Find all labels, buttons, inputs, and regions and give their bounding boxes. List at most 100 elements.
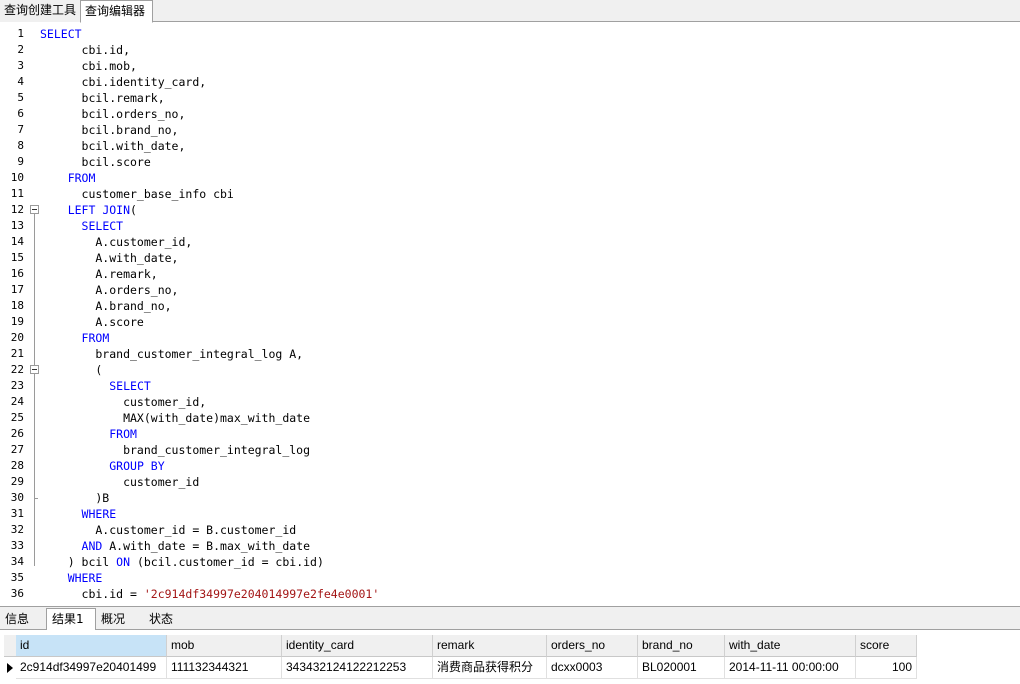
table-cell[interactable]: BL020001 [638, 657, 725, 679]
code-line[interactable]: customer_id [40, 474, 199, 490]
column-header[interactable]: identity_card [282, 635, 433, 657]
sql-keyword: SELECT [40, 27, 82, 41]
code-line[interactable]: A.score [40, 314, 143, 330]
sql-text: customer_id, [40, 395, 207, 409]
table-cell[interactable]: 111132344321 [167, 657, 282, 679]
line-number: 34 [10, 555, 24, 568]
tab-result-1[interactable]: 结果1 [46, 608, 96, 631]
code-line[interactable]: SELECT [40, 378, 151, 394]
sql-string: '2c914df34997e204014997e2fe4e0001' [143, 587, 380, 601]
sql-keyword: WHERE [81, 507, 117, 521]
tab-status[interactable]: 状态 [144, 609, 190, 630]
code-line[interactable]: A.customer_id = B.customer_id [40, 522, 296, 538]
column-header[interactable]: score [856, 635, 917, 657]
tab-query-editor[interactable]: 查询编辑器 [80, 0, 153, 23]
code-line[interactable]: FROM [40, 170, 96, 186]
table-cell[interactable]: 2c914df34997e20401499 [16, 657, 167, 679]
line-number: 25 [10, 411, 24, 424]
code-line[interactable]: bcil.remark, [40, 90, 165, 106]
column-header[interactable]: id [16, 635, 167, 657]
code-line[interactable]: customer_id, [40, 394, 206, 410]
sql-text: bcil.orders_no, [40, 107, 186, 121]
code-line[interactable]: LEFT JOIN( [40, 202, 137, 218]
code-line[interactable]: A.orders_no, [40, 282, 178, 298]
code-line[interactable]: SELECT [40, 26, 82, 42]
code-line[interactable]: brand_customer_integral_log A, [40, 346, 303, 362]
code-line[interactable]: AND A.with_date = B.max_with_date [40, 538, 311, 554]
code-line[interactable]: A.customer_id, [40, 234, 192, 250]
sql-text: (bcil.customer_id = cbi.id) [130, 555, 324, 569]
tab-profile[interactable]: 概况 [96, 609, 144, 630]
sql-text: MAX(with_date)max_with_date [40, 411, 311, 425]
tab-query-builder[interactable]: 查询创建工具 [0, 0, 80, 22]
code-line[interactable]: brand_customer_integral_log [40, 442, 310, 458]
code-line[interactable]: A.brand_no, [40, 298, 172, 314]
table-cell[interactable]: 消费商品获得积分 [433, 657, 547, 679]
line-number: 10 [10, 171, 24, 184]
code-line[interactable]: cbi.id = '2c914df34997e204014997e2fe4e00… [40, 586, 380, 602]
fold-collapse-icon[interactable] [30, 205, 39, 214]
sql-text: A.orders_no, [40, 283, 179, 297]
table-cell[interactable]: 343432124122212253 [282, 657, 433, 679]
code-line[interactable]: cbi.mob, [40, 58, 137, 74]
code-line[interactable]: cbi.identity_card, [40, 74, 207, 90]
code-line[interactable]: FROM [40, 426, 137, 442]
sql-text: brand_customer_integral_log [40, 443, 311, 457]
code-line[interactable]: bcil.score [40, 154, 151, 170]
line-number: 24 [10, 395, 24, 408]
code-line[interactable]: ) bcil ON (bcil.customer_id = cbi.id) [40, 554, 324, 570]
sql-keyword: FROM [81, 331, 110, 345]
table-cell[interactable]: dcxx0003 [547, 657, 638, 679]
line-number: 18 [10, 299, 24, 312]
line-number: 14 [10, 235, 24, 248]
code-line[interactable]: ( [40, 362, 102, 378]
sql-text: A.customer_id, [40, 235, 193, 249]
sql-editor[interactable]: 1 2 3 4 5 6 7 8 9 10 11 12 13 14 15 16 17 18 19 20 21 22 23 24 2… [0, 24, 1020, 604]
code-line[interactable]: bcil.brand_no, [40, 122, 179, 138]
column-header[interactable]: remark [433, 635, 547, 657]
code-line[interactable]: MAX(with_date)max_with_date [40, 410, 310, 426]
sql-text: ( [40, 363, 103, 377]
line-number: 19 [10, 315, 24, 328]
tab-info[interactable]: 信息 [0, 609, 46, 630]
sql-keyword: SELECT [81, 219, 124, 233]
line-number: 2 [17, 43, 24, 56]
code-line[interactable]: customer_base_info cbi [40, 186, 234, 202]
code-line[interactable]: A.with_date, [40, 250, 178, 266]
code-line[interactable]: SELECT [40, 218, 124, 234]
code-line[interactable]: bcil.with_date, [40, 138, 186, 154]
line-number: 15 [10, 251, 24, 264]
code-line[interactable]: A.remark, [40, 266, 157, 282]
code-line[interactable]: bcil.orders_no, [40, 106, 186, 122]
column-header[interactable]: brand_no [638, 635, 725, 657]
code-line[interactable]: WHERE [40, 570, 103, 586]
column-header[interactable]: mob [167, 635, 282, 657]
code-line[interactable]: GROUP BY [40, 458, 164, 474]
sql-text: ) bcil [40, 555, 117, 569]
line-number: 7 [17, 123, 24, 136]
line-number: 32 [10, 523, 24, 536]
query-tab-bar: 查询创建工具 查询编辑器 [0, 0, 1020, 23]
sql-text: A.brand_no, [40, 299, 172, 313]
table-cell[interactable]: 2014-11-11 00:00:00 [725, 657, 856, 679]
column-header[interactable]: orders_no [547, 635, 638, 657]
line-number: 33 [10, 539, 24, 552]
code-line[interactable]: WHERE [40, 506, 117, 522]
current-row-indicator-icon [4, 657, 16, 679]
table-cell[interactable]: 100 [856, 657, 917, 679]
code-line[interactable]: FROM [40, 330, 110, 346]
sql-text: cbi.identity_card, [40, 75, 207, 89]
sql-keyword: WHERE [67, 571, 103, 585]
column-header[interactable]: with_date [725, 635, 856, 657]
code-line[interactable]: cbi.id, [40, 42, 130, 58]
code-line[interactable]: )B [40, 490, 109, 506]
line-number-gutter: 1 2 3 4 5 6 7 8 9 10 11 12 13 14 15 16 17 18 19 20 21 22 23 24 2… [0, 24, 39, 604]
fold-collapse-icon[interactable] [30, 365, 39, 374]
sql-keyword: AND [81, 539, 103, 553]
